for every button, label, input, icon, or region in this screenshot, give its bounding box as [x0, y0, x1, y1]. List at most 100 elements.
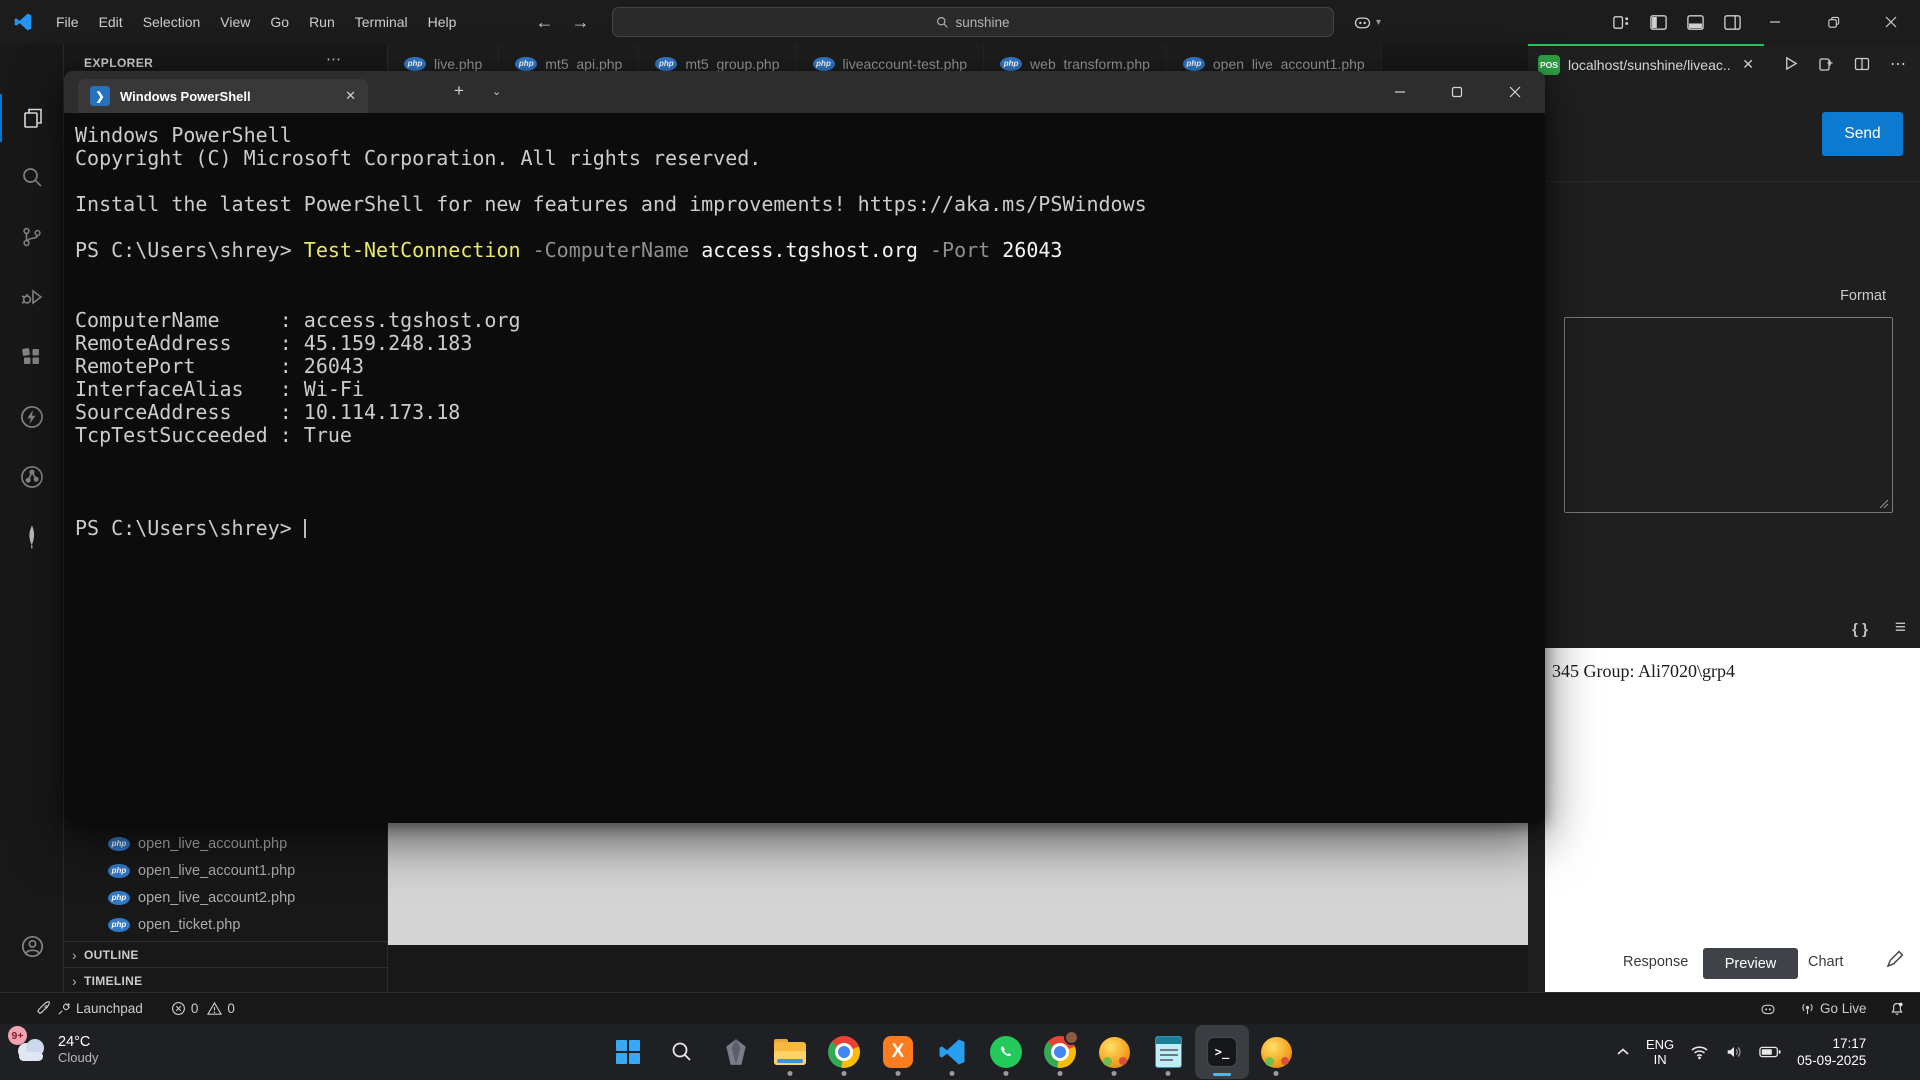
menu-help[interactable]: Help [418, 8, 467, 36]
search-input[interactable]: sunshine [612, 7, 1334, 37]
menu-selection[interactable]: Selection [133, 8, 211, 36]
crystal-app-icon[interactable] [709, 1025, 763, 1079]
launchpad-status-item[interactable]: Launchpad [30, 993, 150, 1024]
window-minimize-button[interactable] [1746, 0, 1804, 44]
nav-back-icon[interactable]: ← [526, 12, 562, 33]
toggle-primary-sidebar-icon[interactable] [1649, 13, 1668, 32]
accounts-icon[interactable] [0, 922, 64, 970]
open-changes-icon[interactable] [1818, 56, 1834, 72]
clock[interactable]: 17:17 05-09-2025 [1797, 1035, 1866, 1069]
split-editor-icon[interactable] [1854, 56, 1870, 72]
volume-icon[interactable] [1725, 1044, 1743, 1060]
tab-preview[interactable]: Preview [1703, 948, 1798, 979]
go-live-status-item[interactable]: Go Live [1793, 993, 1874, 1024]
terminal-maximize-button[interactable] [1433, 71, 1481, 113]
toggle-panel-icon[interactable] [1686, 13, 1705, 32]
copilot-status-item[interactable] [1752, 993, 1784, 1024]
timeline-label: TIMELINE [84, 974, 142, 988]
terminal-minimize-button[interactable] [1376, 71, 1424, 113]
copilot-button[interactable]: ▾ [1352, 0, 1381, 44]
chrome-icon[interactable] [817, 1025, 871, 1079]
vscode-taskbar-icon[interactable] [925, 1025, 979, 1079]
resize-handle-icon[interactable] [1877, 497, 1889, 509]
more-actions-icon[interactable]: ⋯ [1890, 54, 1906, 74]
terminal-titlebar[interactable]: ❯ Windows PowerShell ✕ + ⌄ [64, 71, 1545, 113]
close-tab-icon[interactable]: ✕ [345, 88, 356, 104]
list-item[interactable]: php open_live_account2.php [64, 884, 388, 911]
file-name: open_live_account.php [138, 836, 287, 852]
windows-taskbar: 9+ 24°C Cloudy [0, 1024, 1920, 1080]
start-button[interactable] [601, 1025, 655, 1079]
close-icon[interactable]: ✕ [1742, 56, 1754, 73]
outline-section-header[interactable]: › OUTLINE [64, 941, 388, 967]
sidebar-item-run-debug[interactable] [0, 273, 64, 321]
menu-go[interactable]: Go [260, 8, 299, 36]
warning-icon [207, 1001, 222, 1016]
timeline-section-header[interactable]: › TIMELINE [64, 967, 388, 993]
wifi-icon[interactable] [1690, 1044, 1709, 1060]
customize-layout-icon[interactable] [1612, 13, 1631, 32]
tab-dropdown-icon[interactable]: ⌄ [492, 85, 501, 98]
file-explorer-icon[interactable] [763, 1025, 817, 1079]
window-restore-button[interactable] [1804, 0, 1862, 44]
tab-request-localhost[interactable]: POS localhost/sunshine/liveac.. ✕ [1528, 44, 1764, 83]
send-button[interactable]: Send [1822, 112, 1903, 156]
terminal-prompt: PS C:\Users\shrey> [75, 516, 292, 540]
explorer-more-actions-icon[interactable]: ⋯ [326, 50, 341, 68]
terminal-line: Copyright (C) Microsoft Corporation. All… [75, 147, 1545, 170]
whatsapp-icon[interactable] [979, 1025, 1033, 1079]
request-body-textarea[interactable] [1564, 317, 1893, 513]
php-file-icon: php [404, 57, 426, 71]
sidebar-item-mongodb[interactable] [0, 513, 64, 561]
php-file-icon: php [813, 57, 835, 71]
weather-widget[interactable]: 9+ 24°C Cloudy [10, 1029, 98, 1069]
nav-forward-icon[interactable]: → [562, 12, 598, 33]
window-close-button[interactable] [1862, 0, 1920, 44]
new-tab-icon[interactable]: + [454, 81, 464, 101]
sidebar-item-extensions[interactable] [0, 333, 64, 381]
chevron-right-icon: › [72, 947, 77, 963]
toggle-secondary-sidebar-icon[interactable] [1723, 13, 1742, 32]
terminal-command: Test-NetConnection [304, 238, 521, 262]
tray-chevron-up-icon[interactable] [1616, 1045, 1630, 1059]
xampp-icon[interactable]: X [871, 1025, 925, 1079]
tab-response[interactable]: Response [1623, 954, 1688, 970]
taskbar-search-icon[interactable] [655, 1025, 709, 1079]
sidebar-item-source-control[interactable] [0, 213, 64, 261]
response-text: 345 Group: Ali7020\grp4 [1552, 661, 1735, 682]
sidebar-item-explorer[interactable] [0, 94, 64, 142]
menu-view[interactable]: View [210, 8, 260, 36]
terminal-tab[interactable]: ❯ Windows PowerShell ✕ [78, 79, 368, 113]
format-json-icon[interactable]: { } [1852, 621, 1868, 638]
edit-pencil-icon[interactable] [1885, 949, 1905, 969]
list-item[interactable]: php open_live_account.php [64, 830, 388, 857]
trading-app-icon[interactable] [1249, 1025, 1303, 1079]
menu-edit[interactable]: Edit [89, 8, 133, 36]
menu-file[interactable]: File [46, 8, 89, 36]
broadcast-icon [1800, 1001, 1815, 1016]
notifications-bell-icon[interactable] [1882, 993, 1912, 1024]
problems-status-item[interactable]: 0 0 [164, 993, 242, 1024]
list-item[interactable]: php open_ticket.php [64, 911, 388, 938]
menu-run[interactable]: Run [299, 8, 345, 36]
list-view-icon[interactable]: ≡ [1895, 617, 1906, 639]
terminal-output-line: TcpTestSucceeded : True [75, 424, 1545, 447]
sidebar-item-thunder-client[interactable] [0, 393, 64, 441]
battery-icon[interactable] [1759, 1045, 1781, 1059]
list-item[interactable]: php open_live_account1.php [64, 857, 388, 884]
terminal-param: -Port [930, 238, 990, 262]
terminal-close-button[interactable] [1491, 71, 1539, 113]
menu-terminal[interactable]: Terminal [345, 8, 418, 36]
tab-chart[interactable]: Chart [1808, 954, 1843, 970]
chrome-profile-icon[interactable] [1033, 1025, 1087, 1079]
launchpad-label: Launchpad [76, 1001, 143, 1016]
trading-app-icon[interactable] [1087, 1025, 1141, 1079]
terminal-content[interactable]: Windows PowerShell Copyright (C) Microso… [64, 113, 1545, 823]
notepad-icon[interactable] [1141, 1025, 1195, 1079]
sidebar-item-graph-extension[interactable] [0, 453, 64, 501]
sidebar-item-search[interactable] [0, 153, 64, 201]
terminal-taskbar-icon[interactable]: >_ [1195, 1025, 1249, 1079]
language-indicator[interactable]: ENG IN [1646, 1037, 1674, 1067]
explorer-title: EXPLORER [84, 56, 153, 70]
run-request-icon[interactable] [1783, 56, 1798, 71]
